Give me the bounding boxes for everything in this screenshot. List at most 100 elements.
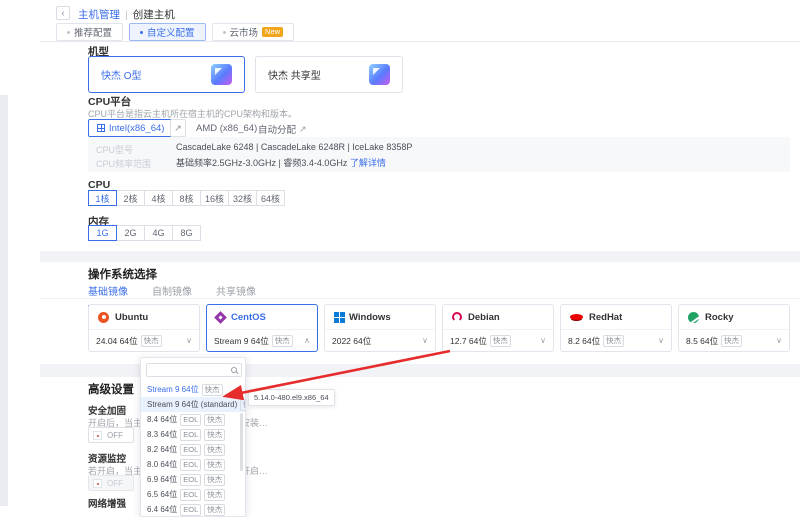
tab-custom-label: 自定义配置 <box>147 25 195 39</box>
memory-option-4g[interactable]: 4G <box>144 225 173 241</box>
os-card-windows-version-select[interactable]: 2022 64位 ∨ <box>325 330 435 351</box>
dropdown-search-input[interactable] <box>161 366 231 375</box>
chevron-down-icon[interactable]: ∨ <box>186 336 192 345</box>
platform-external-link-button[interactable]: ↗ <box>170 119 186 137</box>
dropdown-option-8-4[interactable]: 8.4 64位 EOL 快杰 <box>141 412 245 427</box>
eol-badge: EOL <box>180 459 201 471</box>
option-label: Stream 9 64位 <box>147 384 199 395</box>
eol-badge: EOL <box>180 489 201 501</box>
dropdown-option-6-4[interactable]: 6.4 64位 EOL 快杰 <box>141 502 245 517</box>
cpu-option-16core[interactable]: 16核 <box>200 190 229 206</box>
cpu-option-32core[interactable]: 32核 <box>228 190 257 206</box>
kuaijie-badge: 快杰 <box>204 474 225 486</box>
option-label: 8.4 64位 <box>147 414 177 425</box>
tab-dot-icon <box>223 31 226 34</box>
cpu-option-8core[interactable]: 8核 <box>172 190 201 206</box>
dropdown-scrollbar[interactable] <box>240 413 243 471</box>
option-label: Stream 9 64位 (standard) <box>147 399 237 410</box>
cpu-option-1core[interactable]: 1核 <box>88 190 117 206</box>
kuaijie-logo-icon <box>211 64 232 85</box>
os-card-debian[interactable]: Debian 12.7 64位 快杰 ∨ <box>442 304 554 352</box>
dropdown-option-6-9[interactable]: 6.9 64位 EOL 快杰 <box>141 472 245 487</box>
os-card-centos-version-select[interactable]: Stream 9 64位 快杰 ∧ <box>207 330 317 351</box>
os-card-redhat[interactable]: RedHat 8.2 64位 快杰 ∨ <box>560 304 672 352</box>
kernel-version-tooltip: 5.14.0-480.el9.x86_64 <box>248 389 335 406</box>
tab-dot-icon <box>140 31 143 34</box>
option-label: 8.3 64位 <box>147 429 177 440</box>
dropdown-option-8-0[interactable]: 8.0 64位 EOL 快杰 <box>141 457 245 472</box>
eol-badge: EOL <box>180 474 201 486</box>
os-card-ubuntu[interactable]: Ubuntu 24.04 64位 快杰 ∨ <box>88 304 200 352</box>
dropdown-option-stream9[interactable]: Stream 9 64位 快杰 <box>141 382 245 397</box>
os-card-ubuntu-version-select[interactable]: 24.04 64位 快杰 ∨ <box>89 330 199 351</box>
amd-platform-button[interactable]: AMD (x86_64) <box>196 123 257 134</box>
memory-option-8g[interactable]: 8G <box>172 225 201 241</box>
search-icon <box>231 367 237 373</box>
kuaijie-badge: 快杰 <box>603 335 624 347</box>
model-card-kuaijie-o[interactable]: 快杰 O型 <box>88 56 245 93</box>
model-card-kuaijie-shared[interactable]: 快杰 共享型 <box>255 56 403 93</box>
cpu-info-panel: CPU型号 CascadeLake 6248 | CascadeLake 624… <box>88 137 790 172</box>
kuaijie-logo-icon <box>369 64 390 85</box>
os-card-windows[interactable]: Windows 2022 64位 ∨ <box>324 304 436 352</box>
dropdown-option-8-2[interactable]: 8.2 64位 EOL 快杰 <box>141 442 245 457</box>
resource-monitor-label: 资源监控 <box>88 451 126 465</box>
tab-cloud-market[interactable]: 云市场 New <box>212 23 295 41</box>
dropdown-option-stream9-standard[interactable]: Stream 9 64位 (standard) 快杰 <box>141 397 245 412</box>
os-version: 8.5 64位 <box>686 335 718 347</box>
breadcrumb-divider: | <box>125 9 128 21</box>
security-hardening-toggle[interactable]: OFF <box>88 427 134 443</box>
kuaijie-badge: 快杰 <box>204 429 225 441</box>
debian-icon <box>452 312 462 322</box>
os-card-centos[interactable]: CentOS Stream 9 64位 快杰 ∧ <box>206 304 318 352</box>
resource-monitor-toggle[interactable]: OFF <box>88 475 134 491</box>
chevron-down-icon[interactable]: ∨ <box>658 336 664 345</box>
cpu-option-4core[interactable]: 4核 <box>144 190 173 206</box>
kuaijie-badge: 快杰 <box>204 489 225 501</box>
os-version: 12.7 64位 <box>450 335 487 347</box>
kuaijie-badge: 快杰 <box>204 444 225 456</box>
os-card-rocky-version-select[interactable]: 8.5 64位 快杰 ∨ <box>679 330 789 351</box>
os-card-rocky[interactable]: Rocky 8.5 64位 快杰 ∨ <box>678 304 790 352</box>
memory-option-2g[interactable]: 2G <box>116 225 145 241</box>
os-version: Stream 9 64位 <box>214 335 269 347</box>
tab-custom-config[interactable]: 自定义配置 <box>129 23 206 41</box>
chevron-down-icon[interactable]: ∨ <box>540 336 546 345</box>
kuaijie-badge: 快杰 <box>141 335 162 347</box>
kuaijie-badge: 快杰 <box>204 504 225 516</box>
intel-platform-button[interactable]: Intel(x86_64) <box>88 119 173 137</box>
kuaijie-badge: 快杰 <box>490 335 511 347</box>
os-name: Debian <box>468 312 500 323</box>
dropdown-option-8-3[interactable]: 8.3 64位 EOL 快杰 <box>141 427 245 442</box>
os-card-debian-version-select[interactable]: 12.7 64位 快杰 ∨ <box>443 330 553 351</box>
chevron-up-icon[interactable]: ∧ <box>304 336 310 345</box>
external-link-icon: ↗ <box>299 124 307 135</box>
kuaijie-badge: 快杰 <box>721 335 742 347</box>
intel-platform-label: Intel(x86_64) <box>109 123 164 134</box>
option-label: 6.9 64位 <box>147 474 177 485</box>
learn-more-link[interactable]: 了解详情 <box>350 158 386 168</box>
dropdown-option-6-5[interactable]: 6.5 64位 EOL 快杰 <box>141 487 245 502</box>
chevron-down-icon[interactable]: ∨ <box>776 336 782 345</box>
toggle-state-label: OFF <box>107 431 123 440</box>
cpu-freq-text: 基础频率2.5GHz-3.0GHz | 睿频3.4-4.0GHz <box>176 158 347 168</box>
chevron-down-icon[interactable]: ∨ <box>422 336 428 345</box>
security-hardening-label: 安全加固 <box>88 403 126 417</box>
os-card-redhat-version-select[interactable]: 8.2 64位 快杰 ∨ <box>561 330 671 351</box>
tab-standard-config[interactable]: 推荐配置 <box>56 23 123 41</box>
os-name: Ubuntu <box>115 312 148 323</box>
cpu-option-64core[interactable]: 64核 <box>256 190 285 206</box>
os-section-title: 操作系统选择 <box>88 266 157 282</box>
auto-assign-option[interactable]: 自动分配 ↗ <box>258 122 307 136</box>
eol-badge: EOL <box>180 444 201 456</box>
memory-option-1g[interactable]: 1G <box>88 225 117 241</box>
model-card-shared-label: 快杰 共享型 <box>268 67 321 82</box>
cpu-option-2core[interactable]: 2核 <box>116 190 145 206</box>
dropdown-search-box[interactable] <box>146 363 242 377</box>
os-name: RedHat <box>589 312 622 323</box>
config-mode-tabs: 推荐配置 自定义配置 云市场 New <box>56 23 294 41</box>
back-button[interactable]: ‹ <box>56 6 70 20</box>
tab-market-label: 云市场 <box>230 25 259 39</box>
os-card-debian-header: Debian <box>443 305 553 330</box>
breadcrumb-host-management[interactable]: 主机管理 <box>78 7 120 22</box>
